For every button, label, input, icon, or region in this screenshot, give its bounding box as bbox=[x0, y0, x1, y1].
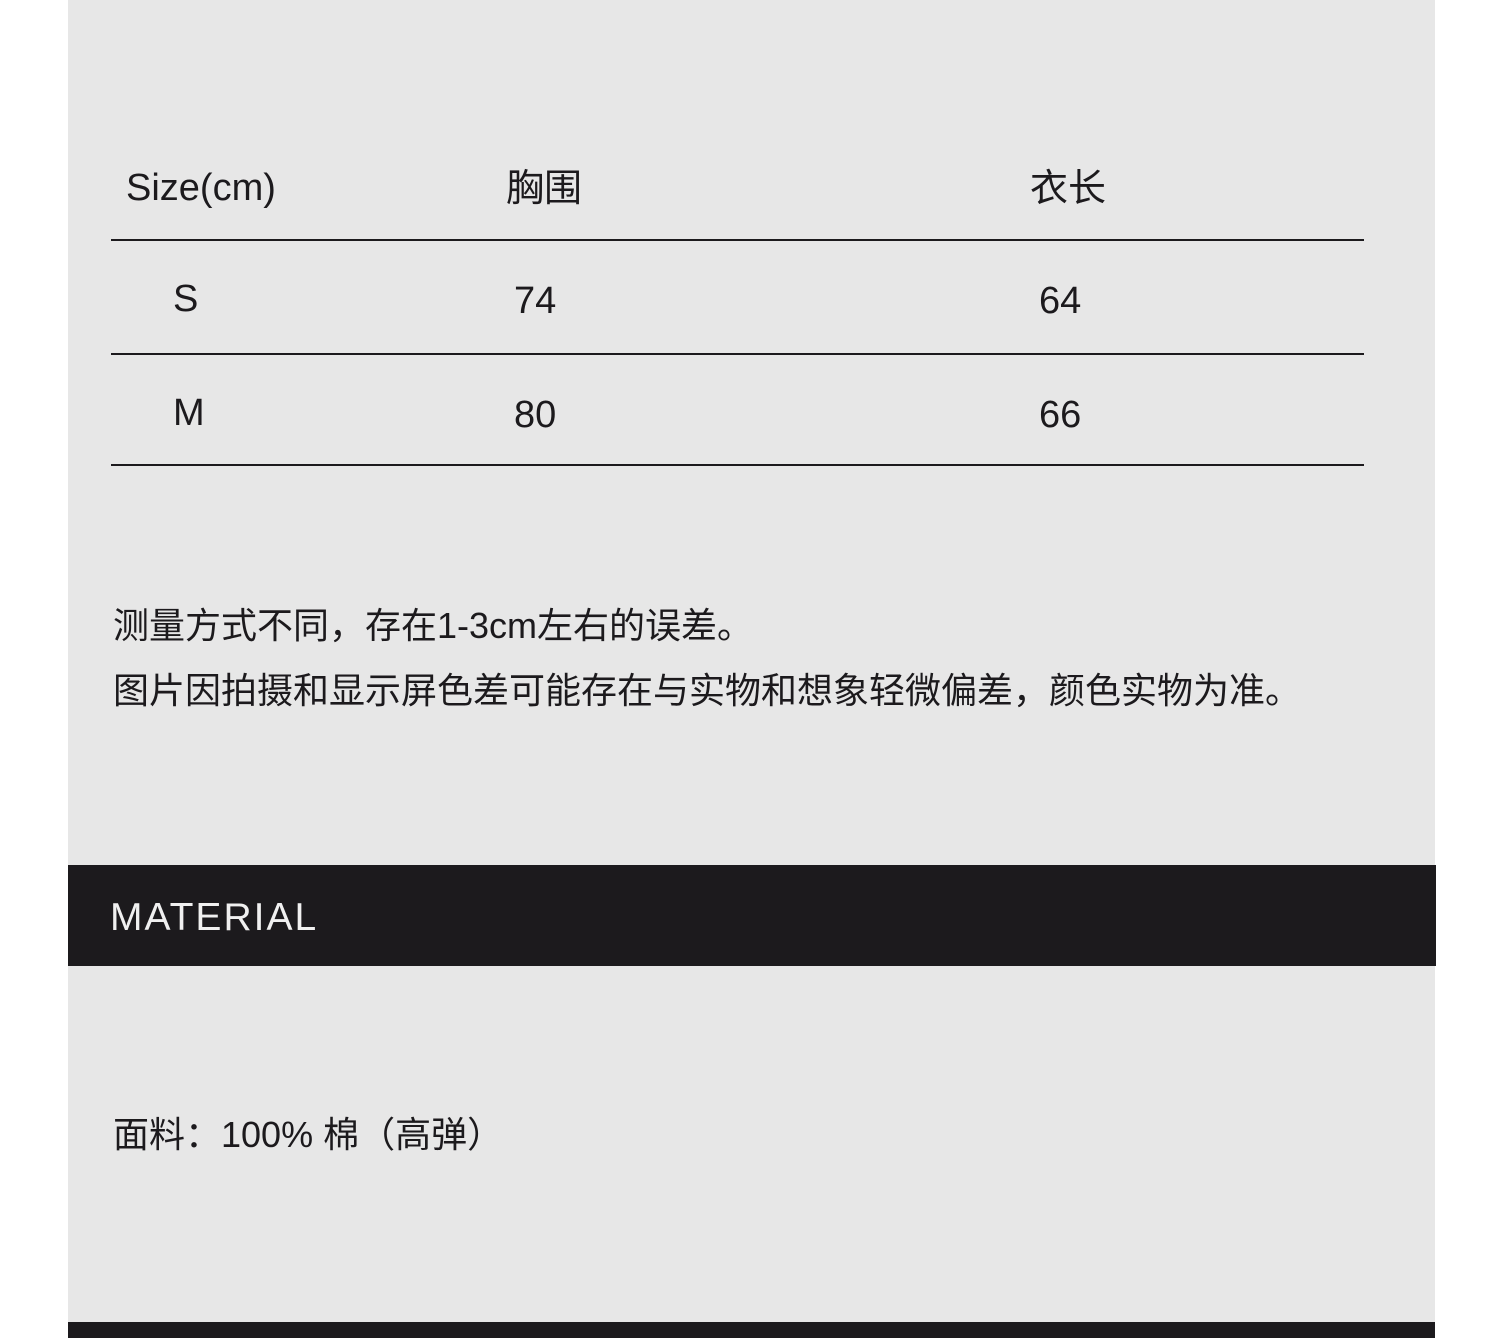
header-size: Size(cm) bbox=[126, 167, 276, 209]
fabric-composition: 面料：100% 棉（高弹） bbox=[113, 1114, 504, 1155]
color-note: 图片因拍摄和显示屏色差可能存在与实物和想象轻微偏差，颜色实物为准。 bbox=[113, 670, 1302, 711]
row-size-label: S bbox=[173, 278, 199, 320]
row-size-label: M bbox=[173, 392, 205, 434]
row-chest-value: 74 bbox=[514, 280, 557, 322]
bottom-border-bar bbox=[68, 1322, 1435, 1338]
table-header-row: Size(cm) 胸围 衣长 bbox=[111, 150, 1364, 241]
header-length: 衣长 bbox=[1030, 168, 1107, 210]
size-table: Size(cm) 胸围 衣长 S 74 64 M 80 66 bbox=[111, 150, 1364, 466]
material-title: MATERIAL bbox=[110, 896, 319, 939]
table-row: S 74 64 bbox=[111, 241, 1364, 355]
row-length-value: 64 bbox=[1039, 280, 1082, 322]
row-chest-value: 80 bbox=[514, 394, 557, 436]
measurement-note: 测量方式不同，存在1-3cm左右的误差。 bbox=[113, 605, 754, 646]
table-row: M 80 66 bbox=[111, 355, 1364, 466]
header-chest: 胸围 bbox=[506, 168, 583, 210]
row-length-value: 66 bbox=[1039, 394, 1082, 436]
